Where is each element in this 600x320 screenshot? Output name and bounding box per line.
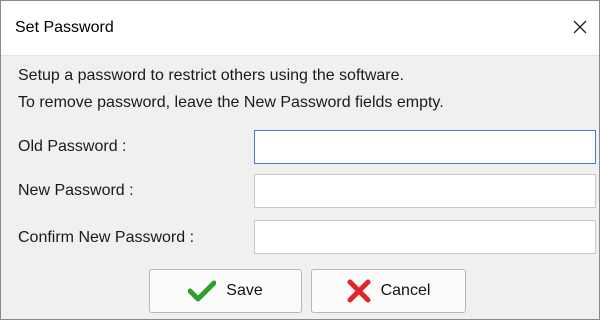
title-bar: Set Password (1, 1, 599, 56)
old-password-label: Old Password : (18, 138, 127, 155)
confirm-password-field[interactable] (254, 220, 596, 254)
new-password-label: New Password : (18, 182, 134, 199)
confirm-password-label: Confirm New Password : (18, 229, 195, 246)
set-password-dialog: Set Password Setup a password to restric… (0, 0, 600, 320)
close-button[interactable] (565, 12, 595, 42)
red-x-icon (347, 279, 371, 303)
description-line-1: Setup a password to restrict others usin… (18, 67, 404, 84)
save-button[interactable]: Save (149, 269, 302, 313)
old-password-field[interactable] (254, 130, 596, 164)
checkmark-icon (188, 280, 217, 302)
new-password-field[interactable] (254, 174, 596, 208)
close-icon (573, 20, 587, 34)
save-button-label: Save (226, 282, 263, 299)
description-line-2: To remove password, leave the New Passwo… (18, 94, 444, 111)
cancel-button-label: Cancel (380, 282, 431, 299)
cancel-button[interactable]: Cancel (311, 269, 466, 313)
dialog-title: Set Password (15, 19, 114, 36)
